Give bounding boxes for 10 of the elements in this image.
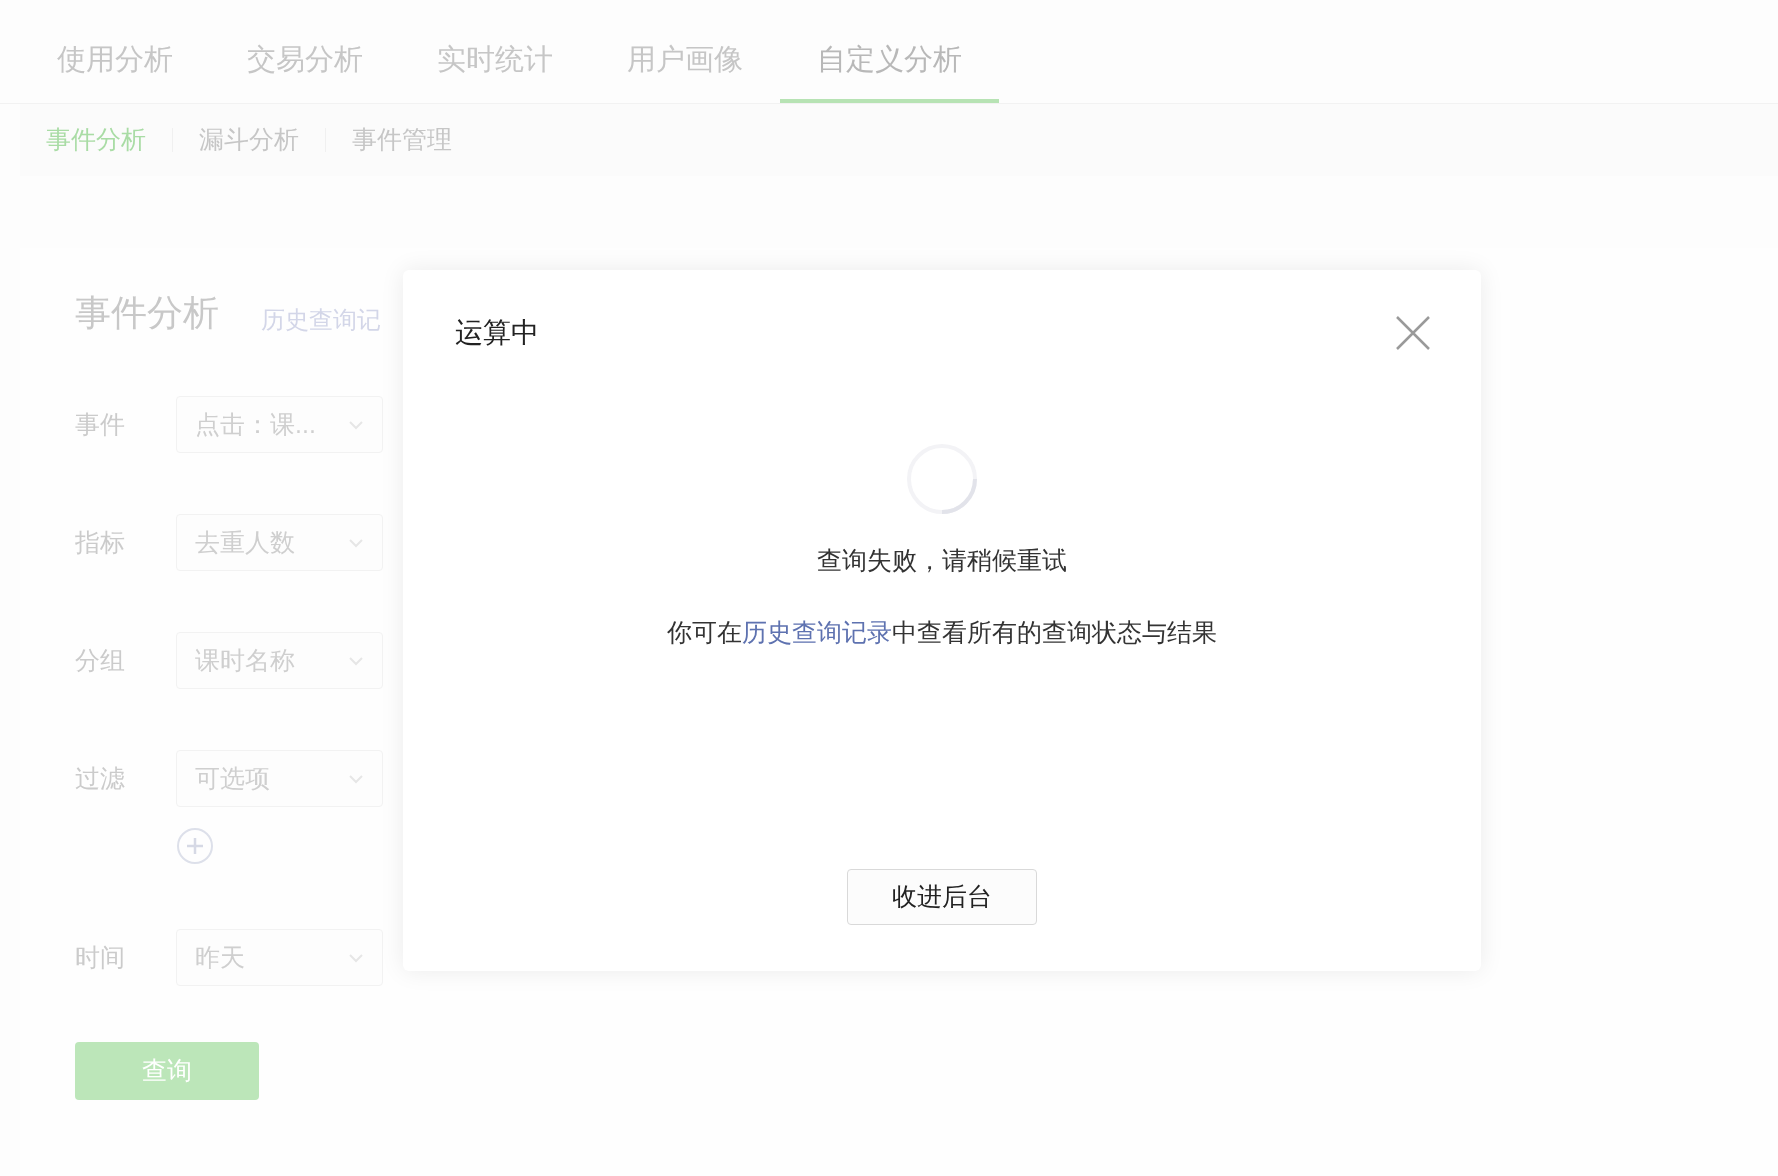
- query-button[interactable]: 查询: [75, 1042, 259, 1100]
- subtab[interactable]: 事件分析: [46, 121, 146, 159]
- history-link[interactable]: 历史查询记录: [742, 617, 892, 646]
- hint-text: 你可在历史查询记录中查看所有的查询状态与结果: [667, 616, 1217, 648]
- loading-spinner-icon: [905, 442, 979, 516]
- close-icon[interactable]: [1395, 315, 1431, 351]
- error-message: 查询失败，请稍候重试: [817, 545, 1067, 576]
- background-button[interactable]: 收进后台: [847, 869, 1037, 925]
- dialog-title: 运算中: [455, 316, 539, 350]
- add-icon[interactable]: [176, 827, 214, 865]
